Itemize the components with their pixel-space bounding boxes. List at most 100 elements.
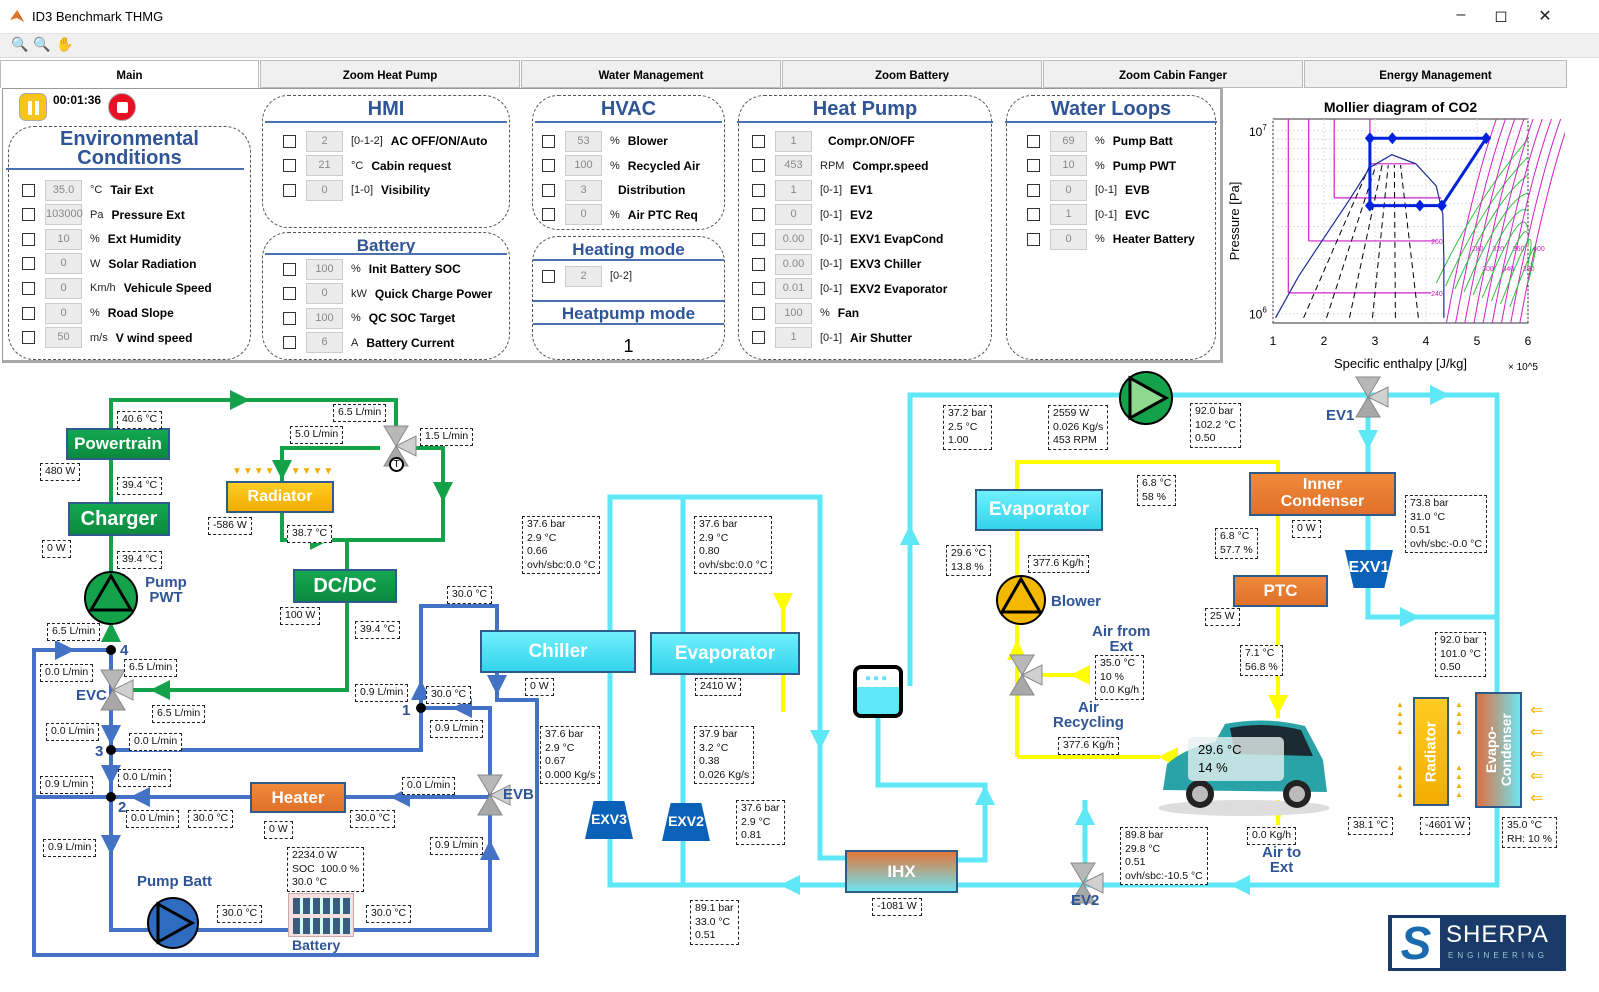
powertrain-block[interactable]: Powertrain [66,428,170,460]
fan-airflow-icon: ⇐ ⇐ ⇐ ⇐ ⇐ [1530,702,1544,807]
value-box: 2559 W 0.026 Kg/s 453 RPM [1048,405,1109,450]
evc-label: EVC [76,687,107,704]
ihx-block[interactable]: IHX [845,850,958,893]
recycling-valve-icon[interactable] [1009,654,1043,696]
cabin-humidity: 14 % [1198,760,1228,775]
flow-arrow-icon [1358,430,1378,450]
value-box: 0.0 L/min [46,723,100,741]
value-box: 0 W [42,540,71,558]
thermostat-icon: T [389,457,404,472]
flow-arrow-icon [1400,607,1420,627]
value-box: 0.9 L/min [430,720,484,738]
value-box: 1.5 L/min [420,428,474,446]
value-box: 2410 W [695,678,742,696]
value-box: 0.9 L/min [40,776,94,794]
value-box: 2234.0 W SOC 100.0 % 30.0 °C [287,847,365,892]
evapo-condenser-label: Evapo- Condenser [1482,713,1514,787]
value-box: 37.2 bar 2.5 °C 1.00 [943,405,992,450]
value-box: -1081 W [872,898,922,916]
flow-arrow-icon [1070,665,1090,685]
flow-arrow-icon [1430,385,1450,405]
blower-label: Blower [1051,593,1102,610]
flow-arrow-icon [487,675,507,695]
chiller-block[interactable]: Chiller [480,630,636,673]
flow-arrow-icon [433,482,453,502]
junction-node [416,703,426,713]
ev2-label: EV2 [1071,892,1100,909]
heater-block[interactable]: Heater [250,782,346,813]
value-box: 6.5 L/min [333,404,387,422]
flow-arrow-icon [900,525,920,545]
value-box: 37.6 bar 2.9 °C 0.66 ovh/sbc:0.0 °C [522,516,601,574]
node-1-label: 1 [402,702,411,719]
value-box: 30.0 °C [217,905,263,923]
battery-label: Battery [292,937,341,953]
dcdc-block[interactable]: DC/DC [293,569,397,603]
ptc-block[interactable]: PTC [1233,575,1328,607]
radiator-pwt-block[interactable]: Radiator [226,481,334,513]
cabin-readout: 29.6 °C 14 % [1188,737,1284,781]
value-box: 6.5 L/min [152,705,206,723]
value-box: 7.1 °C 56.8 % [1240,645,1283,676]
value-box: 0.0 L/min [126,810,180,828]
value-box: 30.0 °C [366,905,412,923]
value-box: 89.1 bar 33.0 °C 0.51 [690,900,739,945]
value-box: 0.9 L/min [430,837,484,855]
value-box: 73.8 bar 31.0 °C 0.51 ovh/sbc:-0.0 °C [1405,495,1487,553]
value-box: 0 W [1292,520,1321,538]
value-box: 6.8 °C 57.7 % [1215,528,1258,559]
value-box: 6.5 L/min [47,623,101,641]
accumulator-icon[interactable]: ●●● [853,665,903,718]
inner-condenser-block[interactable]: Inner Condenser [1249,472,1396,516]
airflow-icon: ▲ ▲ ▲ ▲ ▲ ▲ ▲ ▲ [1455,700,1463,799]
value-box: 0.0 L/min [402,777,456,795]
radiator-front-block[interactable]: Radiator [1413,697,1449,806]
flow-arrow-icon [810,730,830,750]
flow-arrow-icon [55,640,75,660]
flow-arrow-icon [780,875,800,895]
pump-pwt-icon[interactable] [83,570,139,626]
evaporator-air-block[interactable]: Evaporator [975,489,1103,531]
value-box: 0.0 L/min [40,664,94,682]
value-box: 30.0 °C [188,810,234,828]
air-from-ext-label: Air from Ext [1092,623,1151,655]
value-box: 6.5 L/min [124,659,178,677]
value-box: 25 W [1205,608,1240,626]
value-box: 0.0 L/min [118,769,172,787]
value-box: 5.0 L/min [290,426,344,444]
value-box: 38.1 °C [1348,817,1394,835]
ev1-label: EV1 [1326,407,1355,424]
value-box: 0.9 L/min [355,684,409,702]
blower-icon[interactable] [995,574,1047,626]
node-4-label: 4 [120,642,129,659]
value-box: 0.9 L/min [43,839,97,857]
flow-arrow-icon [101,835,121,855]
value-box: 0.0 Kg/h [1247,827,1297,845]
flow-arrow-icon [230,390,250,410]
value-box: 377.6 Kg/h [1058,737,1119,755]
value-box: 35.0 °C RH: 10 % [1502,817,1557,848]
flow-arrow-icon [1075,805,1095,825]
logo-sub: ENGINEERING [1448,951,1549,960]
charger-block[interactable]: Charger [68,502,170,536]
evb-label: EVB [503,786,534,803]
evaporator-ref-block[interactable]: Evaporator [650,632,800,675]
air-to-ext-label: Air to Ext [1262,844,1302,876]
value-box: 0 W [525,678,554,696]
value-box: 377.6 Kg/h [1028,555,1089,573]
junction-node [106,792,116,802]
logo-name: SHERPA [1446,921,1549,948]
value-box: 37.6 bar 2.9 °C 0.80 ovh/sbc:0.0 °C [694,516,773,574]
flow-arrow-icon [773,593,793,613]
flow-arrow-icon [1230,875,1250,895]
junction-node [106,645,116,655]
evapo-condenser-block[interactable]: Evapo- Condenser [1475,692,1522,808]
value-box: -4601 W [1420,817,1470,835]
pump-batt-icon[interactable] [146,896,200,950]
flow-arrow-icon [150,680,170,700]
compressor-icon[interactable] [1118,370,1174,426]
value-box: 39.4 °C [117,551,163,569]
value-box: 92.0 bar 101.0 °C 0.50 [1435,632,1486,677]
value-box: 37.6 bar 2.9 °C 0.67 0.000 Kg/s [540,726,601,784]
battery-icon[interactable] [288,893,354,937]
